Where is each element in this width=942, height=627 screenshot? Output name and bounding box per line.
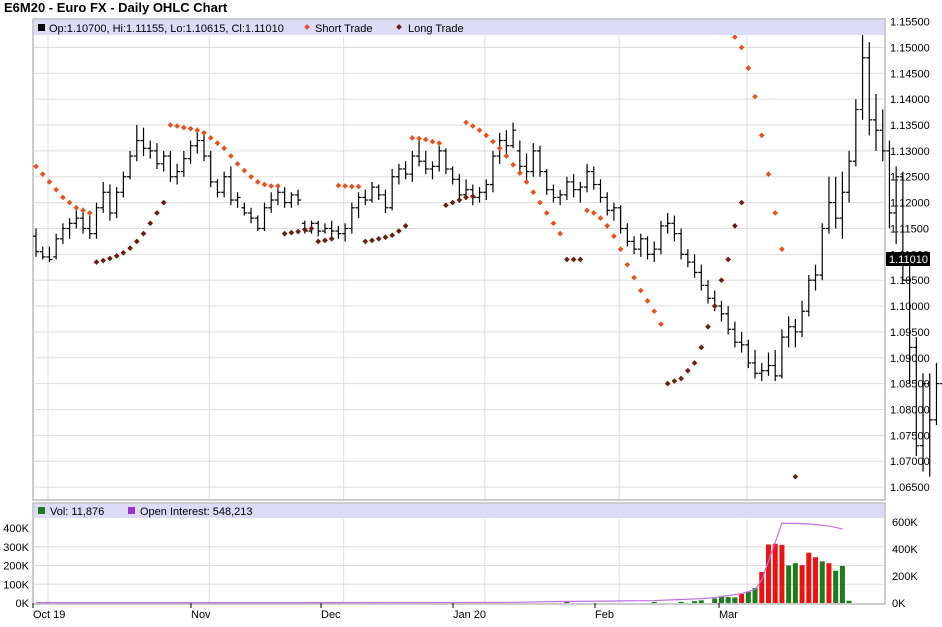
volume-bar [799, 565, 805, 603]
volume-bar [819, 561, 825, 603]
volume-bar [846, 600, 852, 603]
x-tick-label: Nov [191, 609, 211, 621]
oi-legend-text: Open Interest: 548,213 [140, 506, 253, 518]
price-tick-label: 1.06500 [890, 482, 930, 494]
x-tick-label: Oct 19 [33, 609, 65, 621]
open-interest-tick-label: 400K [892, 544, 918, 556]
x-tick-label: Feb [595, 609, 614, 621]
volume-tick-label: 200K [3, 561, 29, 573]
short-trade-legend-label: Short Trade [315, 23, 372, 35]
volume-bar [806, 552, 812, 603]
oi-legend-swatch [128, 507, 135, 514]
volume-bar [739, 594, 745, 603]
vol-legend-swatch [38, 507, 45, 514]
long-trade-legend-label: Long Trade [408, 23, 464, 35]
volume-bar [712, 598, 718, 603]
x-axis: Oct 19 Nov Dec Jan 20 Feb Mar [32, 603, 738, 621]
volume-bar [732, 597, 738, 603]
volume-bar [678, 601, 684, 603]
open-interest-tick-label: 600K [892, 517, 918, 529]
volume-tick-label: 300K [3, 542, 29, 554]
open-interest-tick-label: 200K [892, 571, 918, 583]
price-tick-label: 1.07000 [890, 456, 930, 468]
price-tick-label: 1.15000 [890, 42, 930, 54]
price-tick-label: 1.15500 [890, 17, 930, 29]
volume-bar [786, 565, 792, 603]
price-tick-label: 1.13500 [890, 120, 930, 132]
volume-bar [765, 544, 771, 603]
price-panel [32, 18, 886, 501]
chart-canvas: 1.065001.070001.075001.080001.085001.090… [3, 17, 942, 621]
price-tick-label: 1.14000 [890, 94, 930, 106]
volume-y-axis: 0K 100K 200K 300K 400K [3, 523, 29, 610]
price-tick-label: 1.13000 [890, 146, 930, 158]
price-tick-label: 1.07500 [890, 430, 930, 442]
vol-legend-text: Vol: 11,876 [50, 506, 104, 518]
volume-bar [692, 601, 698, 603]
last-price-label: 1.11010 [889, 254, 928, 266]
volume-bar [745, 591, 751, 603]
volume-bar [651, 601, 657, 603]
volume-bar [779, 544, 785, 603]
volume-bar [564, 601, 570, 603]
open-interest-y-axis: 0K 200K 400K 600K [892, 517, 918, 610]
volume-tick-label: 100K [3, 579, 29, 591]
volume-tick-label: 400K [3, 523, 29, 535]
volume-bar [698, 600, 704, 603]
volume-bar [792, 563, 798, 603]
volume-tick-label: 0K [16, 598, 30, 610]
volume-bar [833, 570, 839, 603]
x-tick-label: Jan 20 [453, 609, 486, 621]
x-tick-label: Dec [321, 609, 341, 621]
volume-bar [839, 565, 845, 603]
volume-bar [772, 543, 778, 603]
volume-bar [725, 597, 731, 603]
ohlc-legend-swatch [38, 24, 45, 31]
ohlc-legend-text: Op:1.10700, Hi:1.11155, Lo:1.10615, Cl:1… [49, 23, 284, 35]
price-tick-label: 1.08000 [890, 404, 930, 416]
price-tick-label: 1.14500 [890, 68, 930, 80]
open-interest-tick-label: 0K [892, 598, 906, 610]
x-tick-label: Mar [719, 609, 738, 621]
volume-bar [826, 563, 832, 603]
volume-bar [813, 557, 819, 603]
